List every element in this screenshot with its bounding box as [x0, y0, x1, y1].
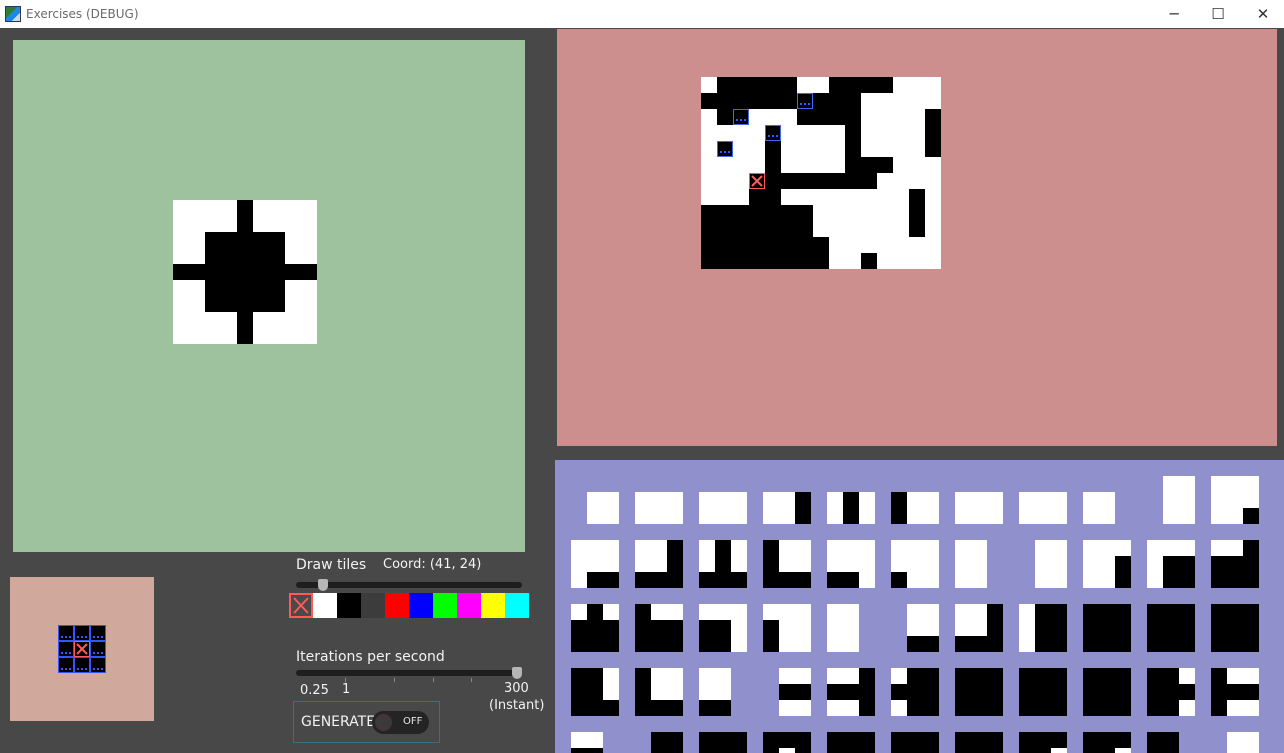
- tile-variant[interactable]: [699, 492, 747, 524]
- tile-variant[interactable]: [891, 492, 939, 524]
- input-pattern-image: [173, 200, 317, 344]
- draw-tiles-slider-thumb[interactable]: [318, 579, 328, 591]
- tile-variant[interactable]: [763, 540, 811, 588]
- tile-variant[interactable]: [955, 540, 987, 588]
- slider-tick: [471, 678, 472, 682]
- generate-toggle[interactable]: OFF: [372, 711, 429, 734]
- tile-variant[interactable]: [955, 492, 1003, 524]
- swatch-eraser[interactable]: [289, 593, 313, 618]
- tile-variant[interactable]: [779, 668, 811, 716]
- tile-variant[interactable]: [827, 732, 875, 753]
- title-bar: Exercises (DEBUG) ─ ☐ ✕: [0, 0, 1284, 28]
- tile-variant[interactable]: [1227, 732, 1259, 753]
- iterations-label: Iterations per second: [296, 649, 445, 665]
- input-pattern-canvas[interactable]: [13, 40, 525, 552]
- tile-variant[interactable]: [571, 668, 619, 716]
- toggle-knob: [375, 714, 392, 731]
- tile-variant[interactable]: [763, 604, 811, 652]
- tile-variant[interactable]: [891, 540, 939, 588]
- coord-readout: Coord: (41, 24): [383, 557, 482, 572]
- tile-variant[interactable]: [891, 732, 939, 753]
- tile-variant[interactable]: [651, 732, 683, 753]
- tile-variant[interactable]: [1083, 492, 1115, 524]
- generate-label: GENERATE: [301, 714, 376, 730]
- swatch-green[interactable]: [433, 593, 457, 618]
- tile-variant[interactable]: [1147, 540, 1195, 588]
- tile-variant[interactable]: [699, 604, 747, 652]
- swatch-blue[interactable]: [409, 593, 433, 618]
- tile-variant[interactable]: [763, 732, 811, 753]
- tile-variant[interactable]: [1035, 540, 1067, 588]
- tile-variant[interactable]: [827, 492, 875, 524]
- tile-variant[interactable]: [1083, 668, 1131, 716]
- iterations-one-label: 1: [342, 682, 351, 697]
- tile-variant[interactable]: [827, 668, 875, 716]
- iterations-max-label: 300: [504, 681, 529, 696]
- tile-variant[interactable]: [955, 668, 1003, 716]
- app-icon: [5, 6, 21, 22]
- tile-variant[interactable]: [955, 604, 1003, 652]
- tile-variant[interactable]: [1083, 732, 1131, 753]
- swatch-dark-gray[interactable]: [361, 593, 385, 618]
- tile-variant[interactable]: [1211, 540, 1259, 588]
- tile-variant[interactable]: [827, 540, 875, 588]
- tile-variant[interactable]: [827, 604, 859, 652]
- minimize-button[interactable]: ─: [1151, 0, 1197, 28]
- tile-variant[interactable]: [1211, 668, 1259, 716]
- tile-variant[interactable]: [1147, 668, 1195, 716]
- tile-variant[interactable]: [763, 492, 811, 524]
- tile-variant[interactable]: [1019, 492, 1067, 524]
- tile-variant[interactable]: [635, 604, 683, 652]
- tile-variant[interactable]: [571, 604, 619, 652]
- tile-variant[interactable]: [1211, 604, 1259, 652]
- swatch-cyan[interactable]: [505, 593, 529, 618]
- tile-variant[interactable]: [1019, 604, 1067, 652]
- iterations-instant-label: (Instant): [489, 698, 545, 713]
- iterations-slider[interactable]: [296, 667, 522, 679]
- toggle-state-label: OFF: [403, 716, 423, 727]
- iterations-min-label: 0.25: [300, 683, 329, 698]
- slider-tick: [394, 678, 395, 682]
- tile-variant[interactable]: [571, 540, 619, 588]
- close-button[interactable]: ✕: [1240, 0, 1284, 28]
- draw-tiles-label: Draw tiles: [296, 557, 367, 573]
- tile-variant[interactable]: [907, 604, 939, 652]
- tile-variant[interactable]: [1019, 732, 1067, 753]
- tile-variant[interactable]: [1211, 476, 1259, 524]
- swatch-yellow[interactable]: [481, 593, 505, 618]
- tile-variant[interactable]: [699, 540, 747, 588]
- swatch-black[interactable]: [337, 593, 361, 618]
- tile-variant[interactable]: [891, 668, 939, 716]
- swatch-white[interactable]: [313, 593, 337, 618]
- eraser-x-icon: [293, 597, 309, 614]
- slider-tick: [433, 678, 434, 682]
- pattern-preview-canvas: [10, 577, 154, 721]
- tile-library-panel[interactable]: [555, 460, 1284, 753]
- tile-variant[interactable]: [1083, 540, 1131, 588]
- tile-variant[interactable]: [1147, 732, 1179, 753]
- tile-variant[interactable]: [587, 492, 619, 524]
- tile-variant[interactable]: [1163, 476, 1195, 524]
- output-generation-image: [701, 77, 941, 269]
- tile-variant[interactable]: [1083, 604, 1131, 652]
- output-generation-canvas[interactable]: [557, 29, 1277, 446]
- tile-variant[interactable]: [635, 492, 683, 524]
- tile-variant[interactable]: [699, 668, 731, 716]
- tile-variant[interactable]: [955, 732, 1003, 753]
- swatch-red[interactable]: [385, 593, 409, 618]
- tile-variant[interactable]: [699, 732, 747, 753]
- tile-variant[interactable]: [1019, 668, 1067, 716]
- window-title: Exercises (DEBUG): [26, 7, 139, 21]
- pattern-grid: [58, 625, 106, 673]
- tile-variant[interactable]: [635, 668, 683, 716]
- tile-variant[interactable]: [571, 732, 603, 753]
- swatch-magenta[interactable]: [457, 593, 481, 618]
- iterations-slider-thumb[interactable]: [512, 667, 522, 679]
- generate-control: GENERATE OFF: [293, 701, 440, 743]
- draw-tiles-slider[interactable]: [296, 579, 522, 591]
- maximize-button[interactable]: ☐: [1195, 0, 1241, 28]
- tile-variant[interactable]: [635, 540, 683, 588]
- tile-variant[interactable]: [1147, 604, 1195, 652]
